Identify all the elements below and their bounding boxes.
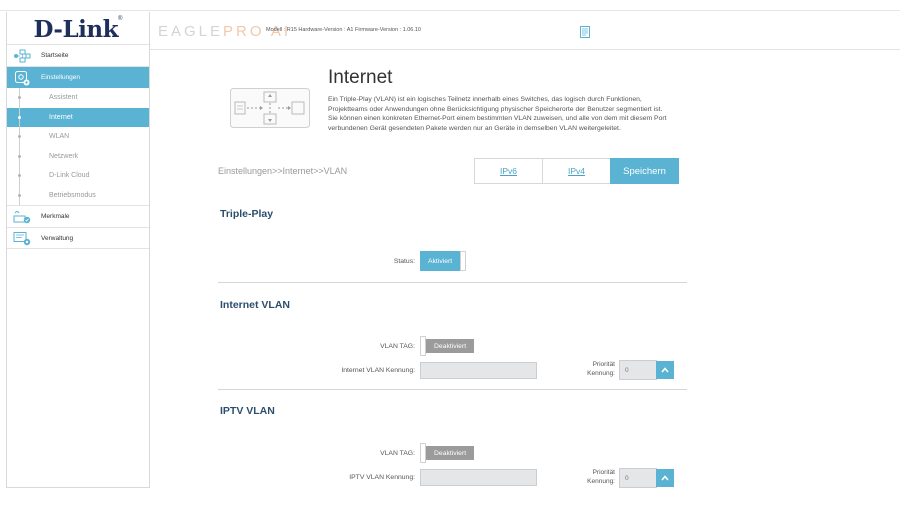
features-icon <box>11 209 33 225</box>
sidebar-subitem-wlan[interactable]: WLAN <box>7 127 149 147</box>
model-info: Modell : R15 Hardware-Version : A1 Firmw… <box>266 27 421 33</box>
internet-vlan-id-input[interactable] <box>420 362 537 379</box>
iptv-vlan-priority-input[interactable]: 0 <box>619 468 657 488</box>
sidebar-item-label: Verwaltung <box>41 234 74 242</box>
priority-label-line1: Priorität <box>592 469 615 476</box>
router-admin-page: D-Link® Startseite Einstellungen Assiste… <box>0 0 900 506</box>
tab-bar: IPv6 IPv4 Speichern <box>474 158 679 184</box>
tree-dot <box>18 135 21 138</box>
management-icon <box>11 230 33 246</box>
sidebar-item-features[interactable]: Merkmale <box>7 205 149 227</box>
iptv-vlan-priority-button[interactable] <box>656 469 674 487</box>
tab-ipv6[interactable]: IPv6 <box>474 158 543 184</box>
sidebar: D-Link® Startseite Einstellungen Assiste… <box>6 12 150 488</box>
sidebar-subitem-label: WLAN <box>49 133 70 141</box>
status-toggle-label: Aktiviert <box>420 251 461 271</box>
internet-vlan-tag-toggle[interactable]: Deaktiviert <box>420 336 475 356</box>
document-icon[interactable] <box>580 25 590 43</box>
iptv-vlan-priority-label: Priorität Kennung: <box>570 468 615 486</box>
tree-dot <box>18 174 21 177</box>
sidebar-item-home[interactable]: Startseite <box>7 44 149 66</box>
status-label: Status: <box>393 258 415 265</box>
sidebar-subitem-label: Betriebsmodus <box>49 191 96 199</box>
internet-vlan-tag-value: Deaktiviert <box>426 339 475 353</box>
top-divider <box>0 10 900 11</box>
tree-dot <box>18 115 21 119</box>
section-divider <box>218 282 687 283</box>
sidebar-subitem-label: Assistent <box>49 94 78 102</box>
tree-dot <box>18 96 21 99</box>
sidebar-subitem-label: Netzwerk <box>49 152 79 160</box>
sidebar-item-label: Startseite <box>41 52 69 59</box>
iptv-vlan-id-input[interactable] <box>420 469 537 486</box>
sidebar-subitem-internet[interactable]: Internet <box>7 107 149 127</box>
page-description: Ein Triple-Play (VLAN) ist ein logisches… <box>328 96 667 132</box>
main-content: Internet Ein Triple-Play (VLAN) ist ein … <box>150 50 900 490</box>
status-toggle[interactable]: Aktiviert <box>420 251 467 271</box>
tree-dot <box>18 154 21 158</box>
priority-label-line2: Kennung: <box>587 478 615 485</box>
network-diagram-icon <box>230 88 310 133</box>
save-button[interactable]: Speichern <box>610 158 679 184</box>
sidebar-subitem-netzwerk[interactable]: Netzwerk <box>7 146 149 166</box>
iptv-vlan-tag-toggle[interactable]: Deaktiviert <box>420 443 475 463</box>
settings-gear-icon <box>11 70 33 86</box>
internet-vlan-priority-input[interactable]: 0 <box>619 360 657 380</box>
home-network-icon <box>11 48 33 64</box>
chevron-up-icon <box>661 475 669 481</box>
toggle-knob <box>460 251 467 271</box>
internet-vlan-id-label: Internet VLAN Kennung: <box>341 367 415 374</box>
page-title: Internet <box>328 67 393 88</box>
sidebar-item-label: Einstellungen <box>41 74 81 81</box>
dlink-logo: D-Link® <box>7 12 149 44</box>
iptv-vlan-id-label: IPTV VLAN Kennung: <box>349 474 415 481</box>
priority-label-line2: Kennung: <box>587 370 615 377</box>
brand-main: EAGLE <box>158 23 224 40</box>
sidebar-item-label: Merkmale <box>41 213 70 220</box>
priority-label-line1: Priorität <box>592 361 615 368</box>
sidebar-subitem-betriebsmodus[interactable]: Betriebsmodus <box>7 185 149 205</box>
chevron-up-icon <box>661 367 669 373</box>
iptv-vlan-tag-label: VLAN TAG: <box>380 450 415 457</box>
logo-text: D-Link <box>33 16 119 43</box>
logo-registered-mark: ® <box>118 16 123 22</box>
iptv-vlan-title: IPTV VLAN <box>220 405 275 417</box>
internet-vlan-priority-label: Priorität Kennung: <box>570 360 615 378</box>
sidebar-subitem-label: Internet <box>49 113 73 121</box>
triple-play-title: Triple-Play <box>220 208 274 220</box>
internet-vlan-tag-label: VLAN TAG: <box>380 343 415 350</box>
section-divider <box>218 389 687 390</box>
tab-ipv4[interactable]: IPv4 <box>542 158 611 184</box>
breadcrumb: Einstellungen>>Internet>>VLAN <box>218 166 348 176</box>
sidebar-subitem-label: D-Link Cloud <box>49 172 90 180</box>
iptv-vlan-tag-value: Deaktiviert <box>426 446 475 460</box>
sidebar-subitem-assistent[interactable]: Assistent <box>7 88 149 108</box>
tree-dot <box>18 193 21 197</box>
top-header: EAGLEPRO AI Modell : R15 Hardware-Versio… <box>150 12 900 50</box>
sidebar-item-settings[interactable]: Einstellungen <box>7 66 149 88</box>
internet-vlan-priority-button[interactable] <box>656 361 674 379</box>
sidebar-item-management[interactable]: Verwaltung <box>7 227 149 249</box>
internet-vlan-title: Internet VLAN <box>220 299 291 311</box>
sidebar-subitem-dlink-cloud[interactable]: D-Link Cloud <box>7 166 149 186</box>
